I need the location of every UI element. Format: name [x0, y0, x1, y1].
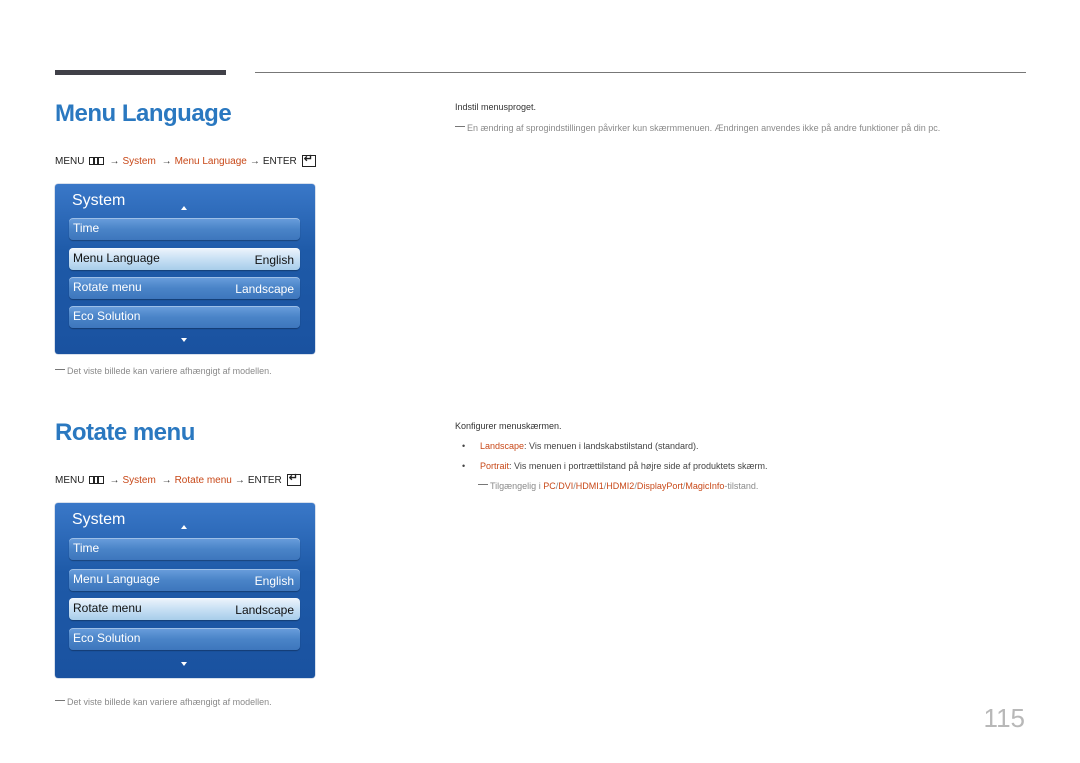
- breadcrumb-item: Menu Language: [174, 155, 247, 167]
- osd-item-label: Time: [73, 221, 100, 235]
- option-text: : Vis menuen i landskabstilstand (standa…: [524, 441, 699, 451]
- option-name: Portrait: [480, 461, 510, 471]
- source-magicinfo: MagicInfo: [685, 481, 725, 491]
- osd-item-value: Landscape: [235, 282, 294, 296]
- enter-icon: [301, 152, 316, 167]
- osd-item-label: Eco Solution: [73, 309, 141, 323]
- breadcrumb-enter: ENTER: [247, 474, 282, 486]
- note-dash-icon: [455, 126, 465, 127]
- image-note: Det viste billede kan variere afhængigt …: [55, 697, 272, 707]
- section-title-rotate-menu: Rotate menu: [55, 419, 195, 446]
- description-note: En ændring af sprogindstillingen påvirke…: [455, 123, 940, 133]
- osd-item-label: Time: [73, 541, 100, 555]
- breadcrumb-system: System: [122, 155, 156, 167]
- section-title-menu-language: Menu Language: [55, 100, 232, 127]
- header-rule: [255, 72, 1026, 73]
- availability-suffix: -tilstand.: [724, 481, 759, 491]
- osd-item-eco-solution[interactable]: Eco Solution: [69, 628, 300, 650]
- osd-title: System: [72, 192, 126, 209]
- breadcrumb-item: Rotate menu: [174, 474, 232, 486]
- enter-icon: [286, 471, 301, 486]
- scroll-up-icon[interactable]: [181, 206, 187, 210]
- osd-item-time[interactable]: Time: [69, 538, 300, 560]
- osd-item-label: Eco Solution: [73, 631, 141, 645]
- source-hdmi1: HDMI1: [575, 481, 604, 491]
- availability-prefix: Tilgængelig i: [490, 481, 544, 491]
- source-dvi: DVI: [558, 481, 574, 491]
- note-dash-icon: [478, 484, 488, 485]
- osd-item-rotate-menu[interactable]: Rotate menu Landscape: [69, 277, 300, 299]
- arrow-right-icon: →: [158, 474, 172, 486]
- scroll-down-icon[interactable]: [181, 662, 187, 666]
- option-landscape: Landscape: Vis menuen i landskabstilstan…: [480, 441, 698, 451]
- osd-item-time[interactable]: Time: [69, 218, 300, 240]
- osd-item-rotate-menu[interactable]: Rotate menu Landscape: [69, 598, 300, 620]
- osd-item-label: Menu Language: [73, 251, 160, 265]
- option-portrait: Portrait: Vis menuen i portrættilstand p…: [480, 461, 767, 471]
- description-rotate-menu: Konfigurer menuskærmen.: [455, 421, 562, 431]
- option-text: : Vis menuen i portrættilstand på højre …: [509, 461, 768, 471]
- osd-item-value: English: [254, 253, 294, 267]
- image-note-text: Det viste billede kan variere afhængigt …: [67, 697, 272, 707]
- source-pc: PC: [543, 481, 556, 491]
- image-note: Det viste billede kan variere afhængigt …: [55, 366, 272, 376]
- header-thick-bar: [55, 70, 226, 75]
- source-hdmi2: HDMI2: [606, 481, 635, 491]
- osd-item-eco-solution[interactable]: Eco Solution: [69, 306, 300, 328]
- description-menu-language: Indstil menusproget.: [455, 102, 537, 112]
- source-displayport: DisplayPort: [636, 481, 683, 491]
- note-dash-icon: [55, 369, 65, 370]
- breadcrumb-rotate-menu: MENU → System → Rotate menu → ENTER: [55, 471, 301, 486]
- breadcrumb-menu: MENU: [55, 155, 85, 167]
- arrow-right-icon: →: [158, 155, 172, 167]
- breadcrumb-menu-language: MENU → System → Menu Language → ENTER: [55, 152, 316, 167]
- breadcrumb-system: System: [122, 474, 156, 486]
- note-dash-icon: [55, 700, 65, 701]
- menu-grid-icon: [89, 157, 105, 165]
- arrow-right-icon: →: [234, 474, 245, 486]
- availability-note: Tilgængelig i PC/DVI/HDMI1/HDMI2/Display…: [478, 481, 758, 491]
- option-name: Landscape: [480, 441, 525, 451]
- bullet-icon: •: [462, 461, 466, 471]
- breadcrumb-enter: ENTER: [262, 155, 297, 167]
- osd-item-menu-language[interactable]: Menu Language English: [69, 248, 300, 270]
- bullet-icon: •: [462, 441, 466, 451]
- description-note-text: En ændring af sprogindstillingen påvirke…: [467, 123, 941, 133]
- arrow-right-icon: →: [109, 155, 120, 167]
- menu-grid-icon: [89, 476, 105, 484]
- osd-menu-system: System Time Menu Language English Rotate…: [55, 184, 315, 354]
- osd-item-value: Landscape: [235, 603, 294, 617]
- osd-item-label: Rotate menu: [73, 280, 142, 294]
- osd-item-label: Rotate menu: [73, 601, 142, 615]
- scroll-down-icon[interactable]: [181, 338, 187, 342]
- image-note-text: Det viste billede kan variere afhængigt …: [67, 366, 272, 376]
- arrow-right-icon: →: [249, 155, 260, 167]
- osd-title: System: [72, 511, 126, 528]
- page-number: 115: [983, 703, 1025, 733]
- arrow-right-icon: →: [109, 474, 120, 486]
- scroll-up-icon[interactable]: [181, 525, 187, 529]
- osd-item-label: Menu Language: [73, 572, 160, 586]
- osd-item-menu-language[interactable]: Menu Language English: [69, 569, 300, 591]
- osd-menu-system: System Time Menu Language English Rotate…: [55, 503, 315, 678]
- osd-item-value: English: [254, 574, 294, 588]
- breadcrumb-menu: MENU: [55, 474, 85, 486]
